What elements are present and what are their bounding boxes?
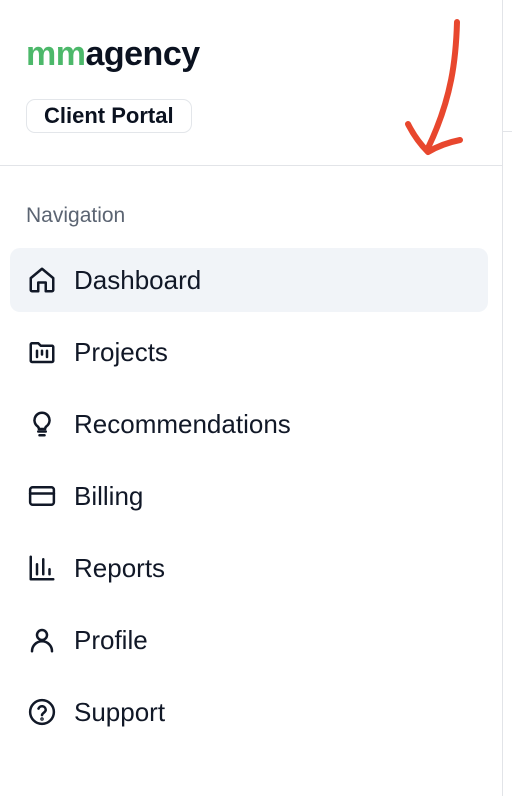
content-edge [503, 0, 512, 796]
header-divider [0, 165, 503, 166]
sidebar-item-label: Billing [74, 481, 144, 511]
sidebar-item-profile[interactable]: Profile [10, 608, 488, 672]
sidebar-item-reports[interactable]: Reports [10, 536, 488, 600]
sidebar-item-dashboard[interactable]: Dashboard [10, 248, 488, 312]
home-icon [26, 264, 58, 296]
brand-logo[interactable]: mmagency [26, 34, 200, 74]
lightbulb-icon [26, 408, 58, 440]
client-portal-badge: Client Portal [26, 99, 192, 133]
help-circle-icon [26, 696, 58, 728]
sidebar-item-label: Dashboard [74, 265, 202, 295]
sidebar-item-label: Projects [74, 337, 168, 367]
sidebar: mmagency Client Portal Navigation Dashbo… [0, 0, 503, 796]
hand-drawn-arrow-icon [405, 19, 463, 155]
folder-kanban-icon [26, 336, 58, 368]
brand-logo-agency: agency [85, 35, 200, 73]
credit-card-icon [26, 480, 58, 512]
sidebar-item-label: Profile [74, 625, 148, 655]
sidebar-item-support[interactable]: Support [10, 680, 488, 744]
nav-section-label: Navigation [26, 204, 126, 227]
sidebar-item-billing[interactable]: Billing [10, 464, 488, 528]
sidebar-item-label: Support [74, 697, 166, 727]
sidebar-item-projects[interactable]: Projects [10, 320, 488, 384]
bar-chart-icon [26, 552, 58, 584]
sidebar-item-recommendations[interactable]: Recommendations [10, 392, 488, 456]
sidebar-item-label: Recommendations [74, 409, 291, 439]
sidebar-item-label: Reports [74, 553, 166, 583]
brand-logo-mm: mm [26, 35, 86, 73]
user-icon [26, 624, 58, 656]
content-header-divider [503, 131, 512, 132]
